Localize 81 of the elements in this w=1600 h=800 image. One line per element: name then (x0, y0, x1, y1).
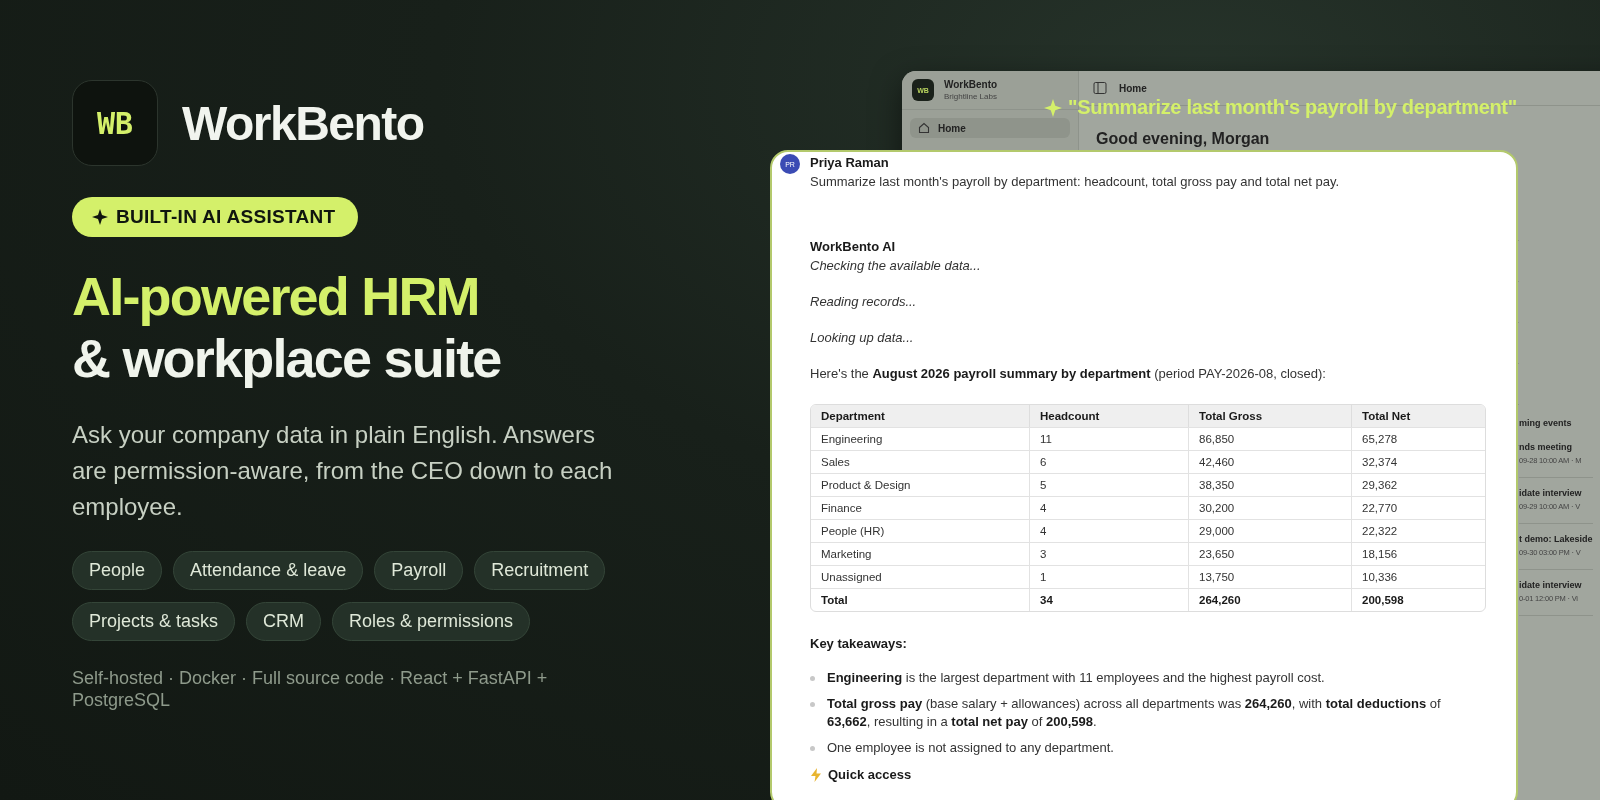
table-cell: 13,750 (1189, 565, 1352, 588)
table-cell: 1 (1030, 565, 1189, 588)
table-cell: 3 (1030, 542, 1189, 565)
feature-tag: Roles & permissions (332, 602, 531, 641)
event-title: idate interview (1519, 580, 1583, 590)
feature-tag: CRM (246, 602, 322, 641)
table-cell: Marketing (811, 542, 1030, 565)
answer-intro: Here's the August 2026 payroll summary by department (period PAY-2026-08, closed): (810, 365, 1327, 383)
table-cell: 4 (1030, 496, 1189, 519)
sender-name: Priya Raman (810, 154, 890, 172)
table-cell: Sales (811, 450, 1030, 473)
feature-tag: People (72, 551, 163, 590)
event-title: idate interview (1519, 488, 1583, 498)
column-header: Total Net (1352, 405, 1485, 427)
table-cell: 6 (1030, 450, 1189, 473)
table-cell: 264,260 (1189, 588, 1352, 611)
feature-tag: Attendance & leave (173, 551, 364, 590)
workspace-name: WorkBento (944, 79, 998, 90)
table-cell: 11 (1030, 427, 1189, 450)
status-step: Reading records... (810, 292, 1486, 312)
breadcrumb: Home (1119, 82, 1147, 94)
table-cell: 32,374 (1352, 450, 1485, 473)
section-heading: Key takeaways: (810, 636, 908, 651)
section-heading: Quick access (828, 767, 912, 782)
table-cell: 200,598 (1352, 588, 1485, 611)
table-cell: 86,850 (1189, 427, 1352, 450)
brand-name: WorkBento (182, 95, 424, 151)
table-cell: 30,200 (1189, 496, 1352, 519)
table-cell: 23,650 (1189, 542, 1352, 565)
headline: & workplace suite (72, 327, 502, 389)
event-title: nds meeting (1519, 442, 1573, 452)
takeaway-text: One employee is not assigned to any department. (827, 739, 1115, 757)
sparkle-icon (1044, 98, 1062, 117)
table-cell: 38,350 (1189, 473, 1352, 496)
headline: AI-powered HRM (72, 265, 480, 327)
user-message: Summarize last month's payroll by department: headcount, total gross pay and total net pay. (810, 173, 1341, 191)
lightning-icon (810, 767, 822, 782)
sender-name: WorkBento AI (810, 238, 897, 256)
column-header: Department (811, 405, 1030, 427)
table-cell: Product & Design (811, 473, 1030, 496)
takeaway-text: Total gross pay (base salary + allowances) across all departments was 264,260, with total deductions of 63,662, resulting in a total net pay of 200,598. (827, 695, 1442, 731)
feature-tag: Projects & tasks (72, 602, 236, 641)
events-heading: ming events (1519, 418, 1573, 428)
table-cell: 5 (1030, 473, 1189, 496)
logo-tile: WB (72, 80, 158, 166)
feature-badge: BUILT-IN AI ASSISTANT (72, 197, 358, 237)
bullet-icon (810, 702, 815, 707)
event-title: t demo: Lakeside (1519, 534, 1593, 544)
tech-stack-text: Self-hosted · Docker · Full source code · React + FastAPI + PostgreSQL (72, 667, 549, 711)
feature-tag: Payroll (374, 551, 464, 590)
takeaway-text: Engineering is the largest department with 11 employees and the highest payroll cost. (827, 669, 1326, 687)
table-cell: 18,156 (1352, 542, 1485, 565)
table-cell: 42,460 (1189, 450, 1352, 473)
table-cell: 4 (1030, 519, 1189, 542)
prompt-caption: "Summarize last month's payroll by department" (1044, 96, 1517, 119)
status-step: Looking up data... (810, 328, 1486, 348)
bullet-icon (810, 746, 815, 751)
column-header: Total Gross (1189, 405, 1352, 427)
sparkle-icon (92, 209, 108, 225)
nav-item[interactable]: Home (910, 118, 1070, 138)
table-cell: 22,770 (1352, 496, 1485, 519)
table-cell: 29,362 (1352, 473, 1485, 496)
table-cell: 65,278 (1352, 427, 1485, 450)
home-icon (918, 122, 930, 134)
workspace-subtitle: Brightline Labs (944, 92, 998, 101)
table-cell: Engineering (811, 427, 1030, 450)
table-cell: Finance (811, 496, 1030, 519)
table-cell: People (HR) (811, 519, 1030, 542)
sidebar-toggle-icon[interactable] (1093, 81, 1107, 95)
greeting: Good evening, Morgan (1096, 130, 1271, 148)
feature-tag: Recruitment (474, 551, 606, 590)
bullet-icon (810, 676, 815, 681)
table-cell: Total (811, 588, 1030, 611)
table-cell: 29,000 (1189, 519, 1352, 542)
table-cell: 34 (1030, 588, 1189, 611)
status-step: Checking the available data... (810, 256, 1486, 276)
table-cell: 10,336 (1352, 565, 1485, 588)
table-cell: 22,322 (1352, 519, 1485, 542)
description: Ask your company data in plain English. Answers are permission-aware, from the CEO down to each employee. (72, 420, 614, 522)
column-header: Headcount (1030, 405, 1189, 427)
table-cell: Unassigned (811, 565, 1030, 588)
